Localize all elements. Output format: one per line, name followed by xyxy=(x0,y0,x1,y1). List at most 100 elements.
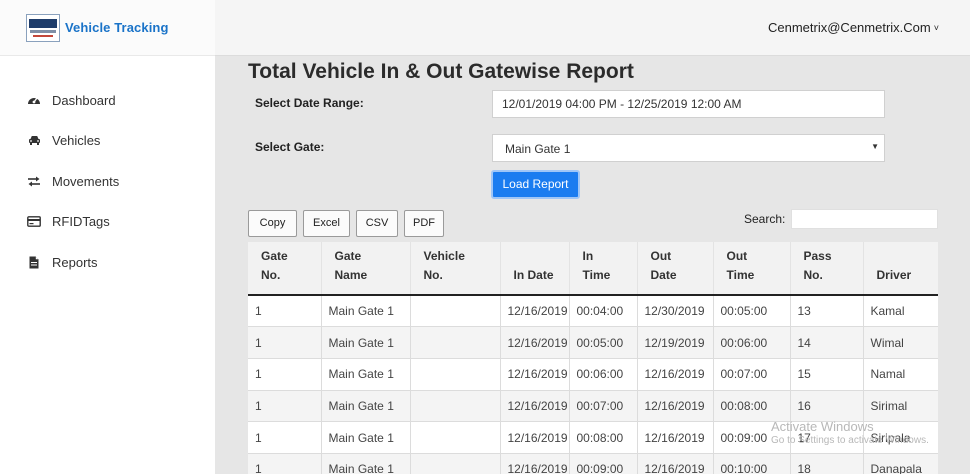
cell-driver: Siripala xyxy=(863,421,938,454)
cell-gate-no: 1 xyxy=(248,390,322,423)
cell-out-date: 12/16/2019 xyxy=(637,421,714,454)
column-header-vehicle-no[interactable]: Vehicle No. xyxy=(410,242,501,296)
cell-vehicle-no xyxy=(410,295,501,328)
table-row[interactable]: 1 Main Gate 1 12/16/2019 00:04:00 12/30/2019… xyxy=(248,295,938,328)
column-header-gate-no[interactable]: Gate No. xyxy=(248,242,322,296)
company-logo xyxy=(26,13,60,42)
user-menu[interactable]: Cenmetrix@Cenmetrix.Com ˅ xyxy=(768,20,939,35)
cell-in-time: 00:08:00 xyxy=(569,421,638,454)
cell-vehicle-no xyxy=(410,326,501,359)
cell-pass-no: 17 xyxy=(790,421,864,454)
gate-label: Select Gate: xyxy=(255,140,325,154)
sidebar: Vehicle Tracking Dashboard Vehicles Move… xyxy=(0,0,215,474)
cell-pass-no: 16 xyxy=(790,390,864,423)
csv-button[interactable]: CSV xyxy=(356,210,398,237)
cell-vehicle-no xyxy=(410,358,501,391)
cell-in-date: 12/16/2019 xyxy=(500,358,570,391)
dashboard-gauge-icon xyxy=(24,94,44,106)
gate-select[interactable]: Main Gate 1 ▼ xyxy=(492,134,885,162)
cell-out-time: 00:09:00 xyxy=(713,421,791,454)
chevron-down-icon: ˅ xyxy=(933,23,939,33)
table-row[interactable]: 1 Main Gate 1 12/16/2019 00:08:00 12/16/2019… xyxy=(248,421,938,454)
cell-gate-name: Main Gate 1 xyxy=(321,421,411,454)
cell-in-date: 12/16/2019 xyxy=(500,326,570,359)
cell-pass-no: 14 xyxy=(790,326,864,359)
cell-gate-no: 1 xyxy=(248,326,322,359)
cell-gate-no: 1 xyxy=(248,453,322,474)
cell-out-time: 00:10:00 xyxy=(713,453,791,474)
column-header-gate-name[interactable]: Gate Name xyxy=(321,242,411,296)
load-report-button[interactable]: Load Report xyxy=(491,170,580,199)
car-icon xyxy=(24,135,44,146)
sidebar-item-label: Vehicles xyxy=(52,133,101,149)
sidebar-item-label: Movements xyxy=(52,173,120,189)
exchange-arrows-icon xyxy=(24,176,44,187)
copy-button[interactable]: Copy xyxy=(248,210,297,237)
cell-gate-no: 1 xyxy=(248,295,322,328)
cell-in-time: 00:07:00 xyxy=(569,390,638,423)
cell-gate-no: 1 xyxy=(248,358,322,391)
dropdown-arrow-icon: ▼ xyxy=(871,142,879,151)
cell-pass-no: 15 xyxy=(790,358,864,391)
cell-out-date: 12/19/2019 xyxy=(637,326,714,359)
table-row[interactable]: 1 Main Gate 1 12/16/2019 00:05:00 12/19/2019… xyxy=(248,326,938,359)
date-range-label: Select Date Range: xyxy=(255,96,364,110)
pdf-button[interactable]: PDF xyxy=(404,210,444,237)
cell-in-time: 00:04:00 xyxy=(569,295,638,328)
search-input[interactable] xyxy=(791,209,938,229)
table-row[interactable]: 1 Main Gate 1 12/16/2019 00:09:00 12/16/2019… xyxy=(248,453,938,474)
sidebar-item-reports[interactable]: Reports xyxy=(0,242,215,283)
cell-in-time: 00:09:00 xyxy=(569,453,638,474)
column-header-driver[interactable]: Driver xyxy=(863,242,938,296)
cell-vehicle-no xyxy=(410,453,501,474)
column-header-in-date[interactable]: In Date xyxy=(500,242,570,296)
sidebar-nav: Dashboard Vehicles Movements RFIDTags Re… xyxy=(0,56,215,283)
excel-button[interactable]: Excel xyxy=(303,210,350,237)
cell-in-date: 12/16/2019 xyxy=(500,390,570,423)
cell-pass-no: 18 xyxy=(790,453,864,474)
page-title: Total Vehicle In & Out Gatewise Report xyxy=(248,60,634,83)
search-label: Search: xyxy=(744,212,786,226)
cell-driver: Danapala xyxy=(863,453,938,474)
user-email: Cenmetrix@Cenmetrix.Com xyxy=(768,20,931,35)
sidebar-item-rfidtags[interactable]: RFIDTags xyxy=(0,202,215,243)
cell-in-date: 12/16/2019 xyxy=(500,453,570,474)
cell-driver: Namal xyxy=(863,358,938,391)
cell-out-date: 12/16/2019 xyxy=(637,358,714,391)
cell-out-date: 12/16/2019 xyxy=(637,453,714,474)
file-icon xyxy=(24,256,44,269)
cell-pass-no: 13 xyxy=(790,295,864,328)
cell-gate-name: Main Gate 1 xyxy=(321,326,411,359)
top-bar: Cenmetrix@Cenmetrix.Com ˅ xyxy=(215,0,970,56)
sidebar-item-vehicles[interactable]: Vehicles xyxy=(0,121,215,162)
column-header-out-date[interactable]: Out Date xyxy=(637,242,714,296)
sidebar-item-dashboard[interactable]: Dashboard xyxy=(0,80,215,121)
cell-out-time: 00:05:00 xyxy=(713,295,791,328)
cell-driver: Sirimal xyxy=(863,390,938,423)
sidebar-item-label: Dashboard xyxy=(52,92,116,108)
card-icon xyxy=(24,216,44,228)
table-row[interactable]: 1 Main Gate 1 12/16/2019 00:07:00 12/16/2019… xyxy=(248,390,938,423)
cell-driver: Kamal xyxy=(863,295,938,328)
column-header-in-time[interactable]: In Time xyxy=(569,242,638,296)
cell-in-date: 12/16/2019 xyxy=(500,295,570,328)
cell-out-time: 00:08:00 xyxy=(713,390,791,423)
cell-gate-name: Main Gate 1 xyxy=(321,390,411,423)
cell-out-time: 00:06:00 xyxy=(713,326,791,359)
cell-out-date: 12/16/2019 xyxy=(637,390,714,423)
cell-in-time: 00:05:00 xyxy=(569,326,638,359)
gate-select-value: Main Gate 1 xyxy=(505,142,571,156)
cell-vehicle-no xyxy=(410,421,501,454)
cell-out-date: 12/30/2019 xyxy=(637,295,714,328)
brand[interactable]: Vehicle Tracking xyxy=(0,0,215,56)
table-row[interactable]: 1 Main Gate 1 12/16/2019 00:06:00 12/16/2019… xyxy=(248,358,938,391)
sidebar-item-movements[interactable]: Movements xyxy=(0,161,215,202)
sidebar-item-label: Reports xyxy=(52,254,98,270)
date-range-input[interactable]: 12/01/2019 04:00 PM - 12/25/2019 12:00 A… xyxy=(492,90,885,118)
column-header-pass-no[interactable]: Pass No. xyxy=(790,242,864,296)
cell-in-date: 12/16/2019 xyxy=(500,421,570,454)
cell-vehicle-no xyxy=(410,390,501,423)
cell-gate-name: Main Gate 1 xyxy=(321,295,411,328)
cell-gate-name: Main Gate 1 xyxy=(321,453,411,474)
column-header-out-time[interactable]: Out Time xyxy=(713,242,791,296)
